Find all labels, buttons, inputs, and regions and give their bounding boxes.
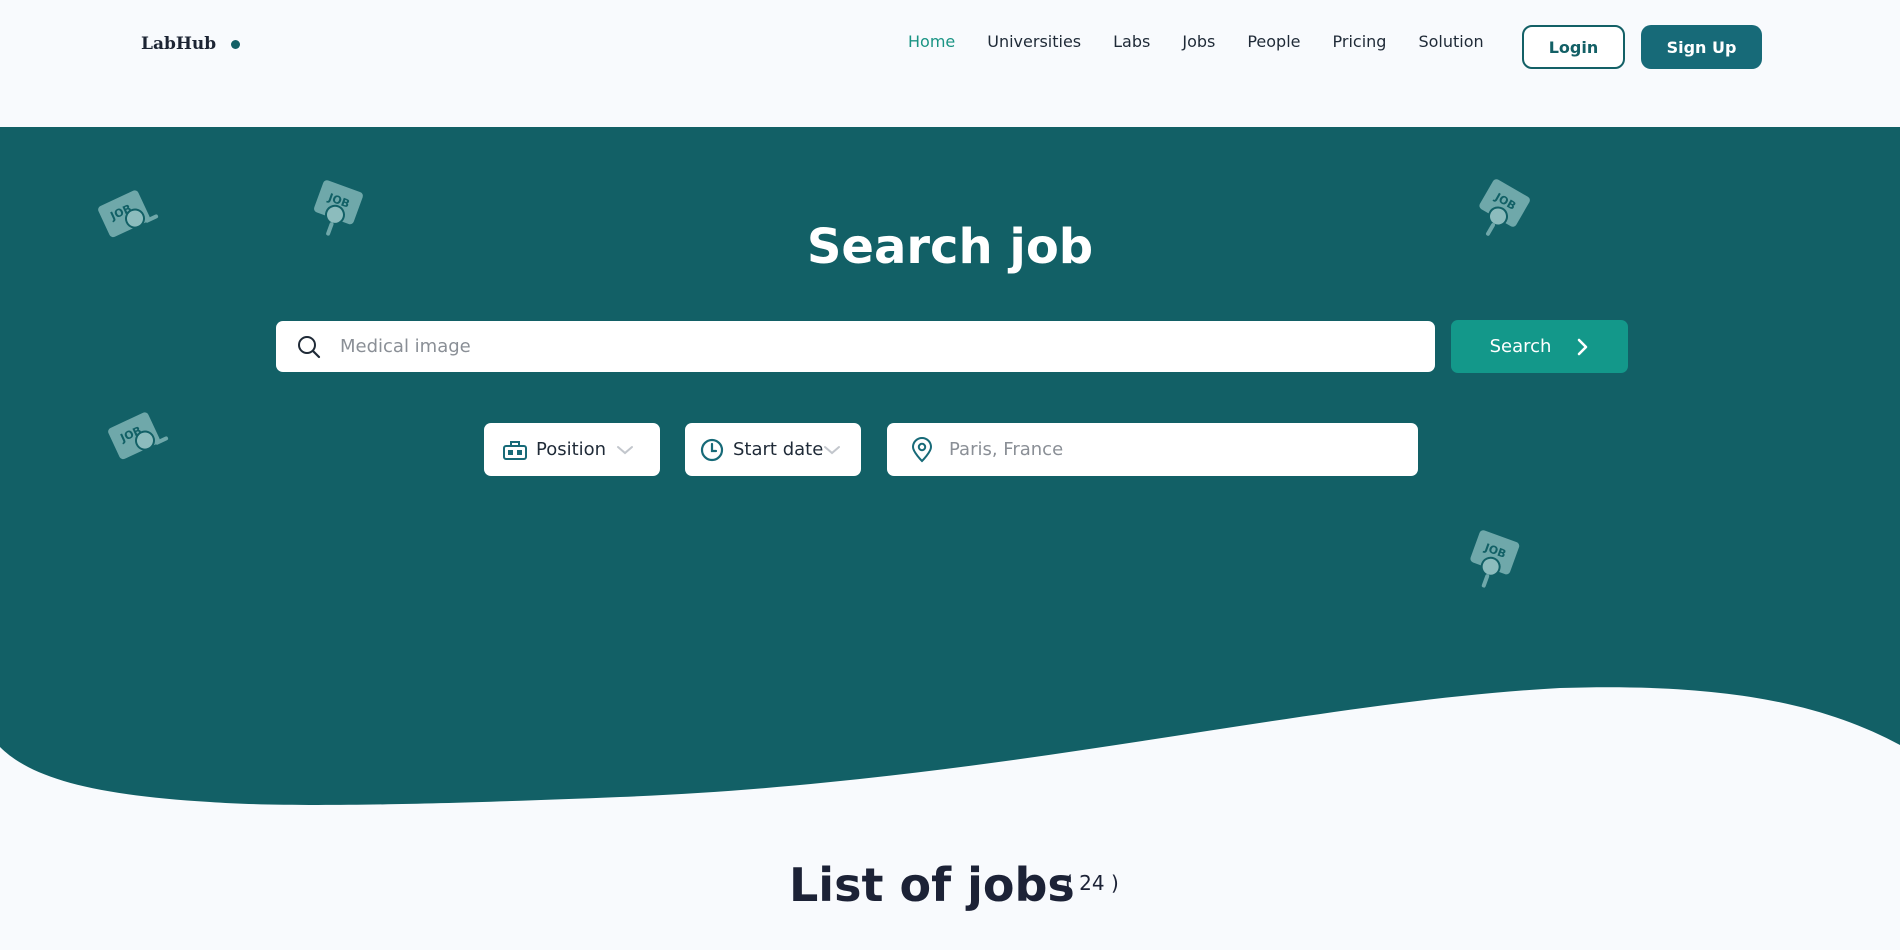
start-date-label: Start date — [733, 439, 824, 460]
nav-item-home[interactable]: Home — [908, 32, 955, 51]
briefcase-icon — [503, 440, 527, 460]
hero-section: JOB JOB JOB JOB JOB Search job Medical i… — [0, 127, 1900, 827]
nav-item-universities[interactable]: Universities — [987, 32, 1081, 51]
nav-item-jobs[interactable]: Jobs — [1182, 32, 1215, 51]
search-input[interactable] — [340, 336, 1340, 357]
nav-item-labs[interactable]: Labs — [1113, 32, 1150, 51]
nav-item-people[interactable]: People — [1247, 32, 1300, 51]
search-button-label: Search — [1489, 336, 1552, 357]
top-header: LabHub Home Universities Labs Jobs Peopl… — [0, 0, 1900, 127]
hero-title: Search job — [806, 219, 1094, 275]
chevron-down-icon — [617, 445, 634, 454]
signup-button[interactable]: Sign Up — [1641, 25, 1762, 69]
search-icon — [298, 335, 321, 358]
main-nav: Home Universities Labs Jobs People Prici… — [908, 32, 1516, 51]
nav-item-solution[interactable]: Solution — [1418, 32, 1483, 51]
location-input[interactable] — [949, 439, 1389, 460]
brand-name: LabHub — [141, 34, 217, 54]
chevron-right-icon — [1578, 338, 1588, 355]
list-count: ( 24 ) — [1065, 871, 1119, 895]
search-bar — [276, 321, 1435, 372]
brand-dot — [231, 39, 241, 49]
search-button[interactable]: Search — [1451, 320, 1628, 373]
clock-icon — [700, 438, 724, 461]
position-dropdown[interactable]: Position — [484, 423, 660, 476]
position-label: Position — [536, 439, 607, 460]
job-search-icon: JOB — [1470, 530, 1520, 588]
start-date-dropdown[interactable]: Start date — [685, 423, 861, 476]
map-pin-icon — [911, 436, 933, 462]
chevron-down-icon — [824, 445, 841, 454]
login-button[interactable]: Login — [1522, 25, 1625, 69]
location-field — [887, 423, 1418, 476]
brand-logo[interactable]: LabHub — [141, 34, 241, 54]
list-title: List of jobs — [789, 858, 1075, 912]
job-search-icon: JOB — [108, 412, 169, 460]
nav-item-pricing[interactable]: Pricing — [1333, 32, 1387, 51]
